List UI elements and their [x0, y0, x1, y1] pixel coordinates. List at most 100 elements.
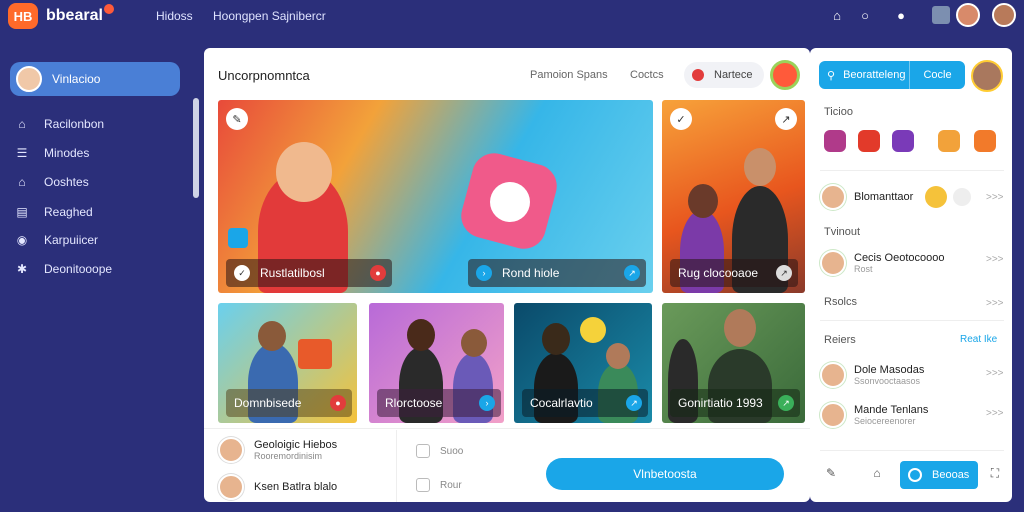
list-item-name: Ksen Batlra blalo — [254, 481, 338, 493]
sidebar-item-5[interactable]: ◉ Karpuiicer — [14, 230, 98, 250]
more-icon[interactable]: >>> — [986, 368, 1004, 379]
option-label: Suoo — [440, 445, 464, 457]
more-icon[interactable]: >>> — [986, 254, 1004, 265]
sidebar-item-3[interactable]: ⌂ Ooshtes — [14, 172, 88, 192]
media-card[interactable]: Domnbisede ● — [218, 303, 357, 423]
user-name: Vinlacioo — [52, 72, 101, 86]
list-item[interactable]: Ksen Batlra blalo — [218, 474, 337, 500]
expand-icon[interactable]: ↗ — [775, 108, 797, 130]
action-round-button[interactable] — [770, 60, 800, 90]
profile-avatar[interactable] — [971, 60, 1003, 92]
contact-subtitle: Ssonvooctaasos — [854, 376, 921, 386]
section-title-3: Rsolcs — [824, 296, 858, 308]
record-icon[interactable]: ● — [330, 395, 346, 411]
media-card[interactable]: Cocalrlavtio ↗ — [514, 303, 652, 423]
nav-link-2[interactable]: Hoongpen Sajnibercr — [213, 9, 326, 23]
contact-row[interactable]: Mande Tenlans Seiocereenorer — [820, 402, 928, 428]
sticker-4[interactable] — [938, 130, 960, 152]
sidebar-item-label: Deonitooope — [44, 262, 113, 276]
contact-row[interactable]: Dole Masodas Ssonvooctaasos — [820, 362, 924, 388]
arrow-icon[interactable]: ↗ — [624, 265, 640, 281]
illustration-head — [407, 319, 435, 351]
card-label: Domnbisede ● — [226, 389, 352, 417]
share-icon[interactable] — [228, 228, 248, 248]
search-label: Beoratteleng — [843, 69, 906, 81]
home-icon[interactable]: ⌂ — [828, 6, 846, 24]
hero-card[interactable]: ✎ ✓ Rustlatilbosl ● › Rond hiole ↗ — [218, 100, 653, 293]
media-card[interactable]: Gonirtiatio 1993 ↗ — [662, 303, 805, 423]
search-input[interactable]: ⚲ Beoratteleng — [819, 61, 909, 89]
arrow-icon[interactable]: ↗ — [626, 395, 642, 411]
contact-row[interactable]: Blomanttaor — [820, 184, 972, 210]
notification-dot — [104, 4, 114, 14]
tab-2[interactable]: Coctcs — [630, 69, 664, 81]
avatar — [820, 402, 846, 428]
sticker-2[interactable] — [858, 130, 880, 152]
sidebar-item-2[interactable]: ☰ Minodes — [14, 143, 90, 163]
profile-avatar[interactable] — [992, 3, 1016, 27]
sidebar-user[interactable]: Vinlacioo — [10, 62, 180, 96]
tab-1[interactable]: Pamoion Spans — [530, 69, 608, 81]
edit-icon[interactable]: ✓ — [670, 108, 692, 130]
notification-icon[interactable]: ● — [892, 6, 910, 24]
record-icon[interactable]: ● — [370, 265, 386, 281]
more-icon[interactable]: >>> — [986, 298, 1004, 309]
app-name[interactable]: bbearal — [46, 7, 103, 25]
sidebar-scrollbar[interactable] — [193, 98, 199, 198]
card-label: Gonirtiatio 1993 ↗ — [670, 389, 800, 417]
illustration-head — [542, 323, 570, 355]
app-logo[interactable]: HB — [8, 3, 38, 29]
sticker-5[interactable] — [974, 130, 996, 152]
illustration-head — [724, 309, 756, 347]
option-item[interactable]: Suoo — [416, 444, 463, 458]
list-item-name: Geoloigic Hiebos — [254, 439, 338, 451]
list-item[interactable]: Geoloigic Hiebos Rooremordinisim — [218, 437, 337, 463]
expand-icon[interactable]: ⛶ — [986, 464, 1004, 482]
puzzle-icon: ✱ — [16, 262, 28, 276]
arrow-icon[interactable]: › — [479, 395, 495, 411]
chat-icon[interactable]: ○ — [856, 6, 874, 24]
sidebar-item-6[interactable]: ✱ Deonitooope — [14, 259, 112, 279]
card-label: Cocalrlavtio ↗ — [522, 389, 648, 417]
card-title: Cocalrlavtio — [530, 396, 593, 410]
sidebar-item-1[interactable]: ⌂ Racilonbon — [14, 114, 104, 134]
arrow-icon[interactable]: ↗ — [776, 265, 792, 281]
avatar[interactable] — [956, 3, 980, 27]
sticker-3[interactable] — [892, 130, 914, 152]
contact-row[interactable]: Cecis Oeotocoooo Rost — [820, 250, 945, 276]
more-icon[interactable]: >>> — [986, 192, 1004, 203]
see-all-link[interactable]: Reat Ike — [960, 334, 997, 345]
list-icon: ☰ — [16, 146, 28, 160]
more-icon[interactable]: >>> — [986, 408, 1004, 419]
card-title: Rustlatilbosl — [260, 266, 325, 280]
image-icon[interactable] — [932, 6, 950, 24]
filter-pill[interactable]: Nartece — [684, 62, 764, 88]
search-button[interactable]: Cocle — [909, 61, 965, 89]
card-label: › Rond hiole ↗ — [468, 259, 646, 287]
option-item[interactable]: Rour — [416, 478, 462, 492]
bookmark-icon[interactable]: ⌂ — [868, 464, 886, 482]
primary-cta-button[interactable]: Vlnbetoosta — [546, 458, 784, 490]
card-title: Rug clocooaoe — [678, 266, 759, 280]
message-button-label: Beooas — [932, 469, 970, 481]
message-button[interactable]: Beooas — [900, 461, 978, 489]
feature-card[interactable]: ✓ ↗ Rug clocooaoe ↗ — [662, 100, 805, 293]
search-icon: ⚲ — [827, 69, 836, 82]
device-graphic — [298, 339, 332, 369]
edit-icon[interactable]: ✎ — [226, 108, 248, 130]
coin-graphic — [580, 317, 606, 343]
sticker-1[interactable] — [824, 130, 846, 152]
image-icon — [416, 478, 430, 492]
document-icon — [416, 444, 430, 458]
nav-link-1[interactable]: Hidoss — [156, 9, 193, 23]
sidebar-item-label: Minodes — [44, 146, 90, 160]
arrow-icon[interactable]: ↗ — [778, 395, 794, 411]
divider — [820, 170, 1004, 171]
sidebar-item-4[interactable]: ▤ Reaghed — [14, 202, 92, 222]
contact-name: Blomanttaor — [854, 191, 914, 203]
edit-icon[interactable]: ✎ — [822, 464, 840, 482]
media-card[interactable]: Rlorctoose › — [369, 303, 504, 423]
page-title: Uncorpnomntca — [218, 68, 310, 83]
contact-subtitle: Rost — [854, 264, 873, 274]
search-bar[interactable]: ⚲ Beoratteleng Cocle — [819, 61, 965, 89]
